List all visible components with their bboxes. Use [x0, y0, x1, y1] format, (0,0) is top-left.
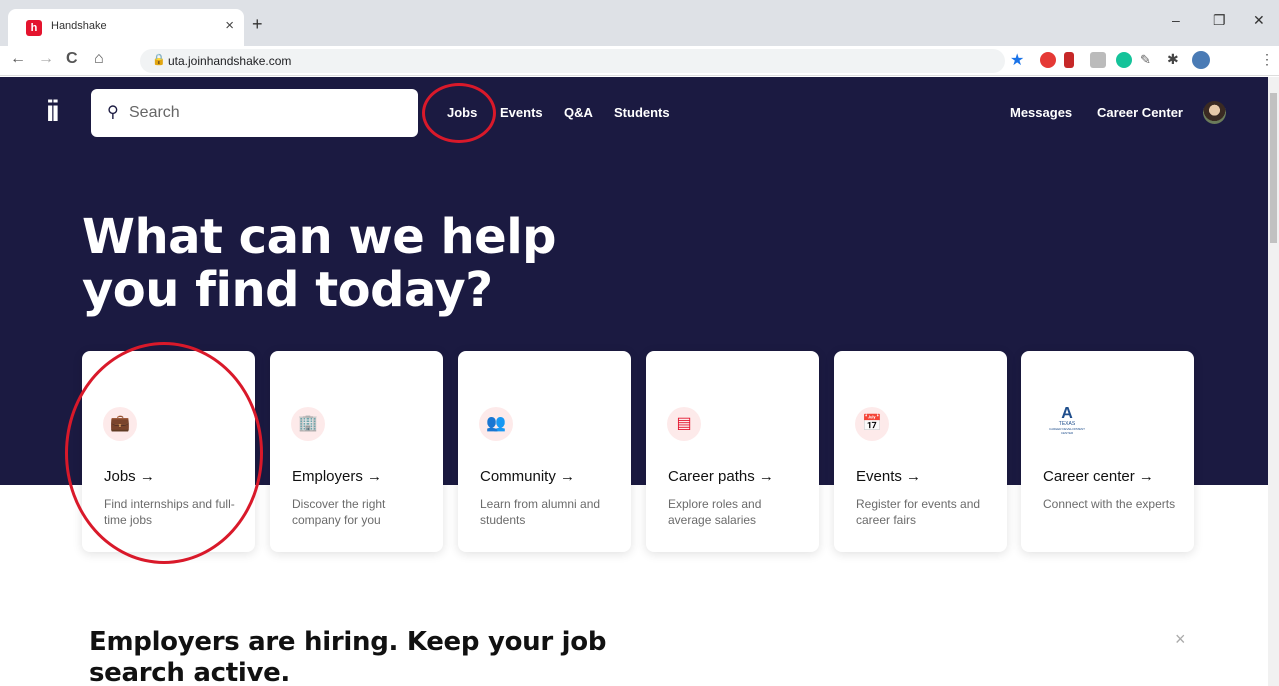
window-close-icon[interactable]: ✕	[1253, 12, 1265, 29]
card-title: Community →	[480, 468, 576, 485]
card-title: Career paths →	[668, 468, 774, 485]
address-bar[interactable]: 🔒 uta.joinhandshake.com	[140, 49, 1005, 73]
card-title: Events →	[856, 468, 922, 485]
calendar-icon: 📅	[855, 407, 889, 441]
nav-jobs[interactable]: Jobs	[447, 105, 477, 120]
banner-title: Employers are hiring. Keep your job sear…	[89, 627, 606, 686]
forward-icon[interactable]: →	[38, 50, 54, 68]
extensions-puzzle-icon[interactable]: ✱	[1167, 51, 1179, 68]
page-scrollbar[interactable]	[1268, 77, 1279, 686]
user-avatar[interactable]	[1203, 101, 1226, 124]
url-text: uta.joinhandshake.com	[168, 54, 292, 68]
card-career-center[interactable]: A TEXAS CAREER DEVELOPMENT CENTER Career…	[1021, 351, 1194, 552]
nav-events[interactable]: Events	[500, 105, 543, 120]
extension-red-icon[interactable]	[1064, 52, 1074, 68]
page-content: ii ⚲ Jobs Events Q&A Students Messages C…	[0, 77, 1268, 686]
bookmark-star-icon[interactable]: ★	[1010, 50, 1024, 70]
card-community[interactable]: 👥 Community → Learn from alumni and stud…	[458, 351, 631, 552]
back-icon[interactable]: ←	[10, 50, 26, 68]
browser-tab-bar: h Handshake × + – ❐ ✕	[0, 0, 1279, 46]
scrollbar-thumb[interactable]	[1270, 93, 1277, 243]
card-description: Find internships and full-time jobs	[104, 497, 235, 527]
card-title: Career center →	[1043, 468, 1154, 485]
card-career-paths[interactable]: ▤ Career paths → Explore roles and avera…	[646, 351, 819, 552]
hero-title-line1: What can we help	[82, 209, 557, 265]
card-description: Connect with the experts	[1043, 497, 1176, 511]
nav-messages[interactable]: Messages	[1010, 105, 1072, 120]
handshake-favicon-icon: h	[26, 20, 42, 36]
extension-feather-icon[interactable]: ✎	[1140, 52, 1151, 68]
home-icon[interactable]: ⌂	[94, 50, 104, 68]
handshake-logo-icon[interactable]: ii	[46, 95, 60, 129]
card-title: Employers →	[292, 468, 383, 485]
card-jobs[interactable]: 💼 Jobs → Find internships and full-time …	[82, 351, 255, 552]
hero-title: What can we help you find today?	[82, 209, 557, 318]
browser-toolbar: ← → C ⌂ 🔒 uta.joinhandshake.com ★ ✎ ✱ ⋮	[0, 46, 1279, 76]
new-tab-icon[interactable]: +	[252, 14, 263, 35]
banner-close-icon[interactable]: ×	[1175, 629, 1186, 650]
card-events[interactable]: 📅 Events → Register for events and caree…	[834, 351, 1007, 552]
lock-icon: 🔒	[152, 54, 166, 66]
browser-tab[interactable]: h Handshake ×	[8, 9, 244, 46]
uta-crest-icon: A TEXAS CAREER DEVELOPMENT CENTER	[1048, 405, 1085, 436]
minimize-icon[interactable]: –	[1172, 12, 1180, 28]
banner-title-line1: Employers are hiring. Keep your job	[89, 627, 607, 657]
hero-title-line2: you find today?	[82, 262, 493, 318]
building-icon: 🏢	[291, 407, 325, 441]
nav-career-center[interactable]: Career Center	[1097, 105, 1183, 120]
card-description: Register for events and career fairs	[856, 497, 981, 527]
restore-icon[interactable]: ❐	[1213, 12, 1226, 29]
nav-qa[interactable]: Q&A	[564, 105, 593, 120]
career-path-icon: ▤	[667, 407, 701, 441]
search-icon: ⚲	[107, 104, 119, 121]
search-box[interactable]: ⚲	[91, 89, 418, 137]
browser-menu-icon[interactable]: ⋮	[1260, 51, 1274, 68]
card-description: Learn from alumni and students	[480, 497, 601, 527]
search-input[interactable]	[129, 100, 399, 126]
tab-title: Handshake	[51, 20, 107, 32]
card-employers[interactable]: 🏢 Employers → Discover the right company…	[270, 351, 443, 552]
card-title: Jobs →	[104, 468, 155, 485]
nav-students[interactable]: Students	[614, 105, 670, 120]
card-description: Discover the right company for you	[292, 497, 386, 527]
grammarly-icon[interactable]	[1116, 52, 1132, 68]
briefcase-icon: 💼	[103, 407, 137, 441]
people-icon: 👥	[479, 407, 513, 441]
reload-icon[interactable]: C	[66, 50, 78, 68]
profile-avatar-icon[interactable]	[1192, 51, 1210, 69]
extension-lastpass-icon[interactable]	[1040, 52, 1056, 68]
card-description: Explore roles and average salaries	[668, 497, 762, 527]
tab-close-icon[interactable]: ×	[225, 17, 234, 34]
extension-grey-icon[interactable]	[1090, 52, 1106, 68]
banner-title-line2: search active.	[89, 658, 291, 686]
